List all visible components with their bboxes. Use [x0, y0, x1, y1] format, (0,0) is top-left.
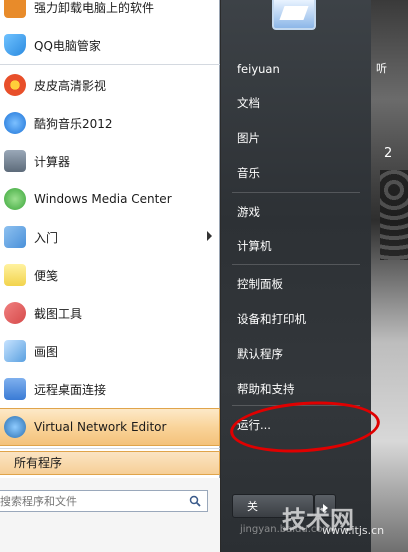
program-label: 计算器 — [34, 154, 71, 169]
program-item-pipi-video[interactable]: 皮皮高清影视 — [0, 66, 220, 104]
network-icon — [4, 416, 26, 438]
program-item-uninstaller[interactable]: 强力卸载电脑上的软件 — [0, 0, 220, 26]
search-box[interactable] — [0, 490, 208, 512]
divider — [0, 64, 220, 65]
program-item-sticky-notes[interactable]: 便笺 — [0, 256, 220, 294]
places-item-default-programs[interactable]: 默认程序 — [221, 339, 371, 369]
all-programs-button[interactable]: 所有程序 — [0, 451, 220, 475]
places-item-games[interactable]: 游戏 — [221, 197, 371, 227]
program-item-remote-desktop[interactable]: 远程桌面连接 — [0, 370, 220, 408]
places-item-documents[interactable]: 文档 — [221, 88, 371, 118]
program-label: 画图 — [34, 344, 59, 359]
getting-started-icon — [4, 226, 26, 248]
places-item-computer[interactable]: 计算机 — [221, 231, 371, 261]
program-label: Windows Media Center — [34, 192, 172, 206]
music-icon — [4, 112, 26, 134]
submenu-arrow-icon — [207, 231, 212, 241]
divider — [232, 264, 360, 265]
uninstall-icon — [4, 0, 26, 18]
program-label: 截图工具 — [34, 306, 83, 321]
program-label: Virtual Network Editor — [34, 420, 167, 434]
search-icon[interactable] — [189, 495, 201, 507]
desktop-text: 听 — [376, 62, 387, 75]
program-item-virtual-network-editor[interactable]: Virtual Network Editor — [0, 408, 220, 446]
program-label: 便笺 — [34, 268, 59, 283]
places-item-username[interactable]: feiyuan — [221, 54, 371, 84]
places-item-pictures[interactable]: 图片 — [221, 123, 371, 153]
program-item-snipping-tool[interactable]: 截图工具 — [0, 294, 220, 332]
program-label: 远程桌面连接 — [34, 382, 107, 397]
shield-icon — [4, 34, 26, 56]
program-label: 强力卸载电脑上的软件 — [34, 0, 155, 15]
program-item-kugou-music[interactable]: 酷狗音乐2012 — [0, 104, 220, 142]
places-item-help-support[interactable]: 帮助和支持 — [221, 374, 371, 404]
divider — [0, 448, 220, 449]
media-center-icon — [4, 188, 26, 210]
program-item-paint[interactable]: 画图 — [0, 332, 220, 370]
remote-desktop-icon — [4, 378, 26, 400]
program-item-qq-manager[interactable]: QQ电脑管家 — [0, 26, 220, 64]
places-item-music[interactable]: 音乐 — [221, 158, 371, 188]
user-avatar[interactable] — [272, 0, 316, 30]
program-item-getting-started[interactable]: 入门 — [0, 218, 220, 256]
desktop-number: 2 — [384, 146, 393, 161]
video-icon — [4, 74, 26, 96]
program-item-calculator[interactable]: 计算器 — [0, 142, 220, 180]
calculator-icon — [4, 150, 26, 172]
sticky-note-icon — [4, 264, 26, 286]
program-label: QQ电脑管家 — [34, 38, 101, 53]
places-item-devices-printers[interactable]: 设备和打印机 — [221, 304, 371, 334]
divider — [232, 192, 360, 193]
program-label: 皮皮高清影视 — [34, 78, 107, 93]
program-label: 入门 — [34, 230, 59, 245]
program-item-media-center[interactable]: Windows Media Center — [0, 180, 220, 218]
desktop-background — [370, 0, 408, 552]
watermark-baidu: jingyan.baidu.com — [240, 524, 333, 535]
search-input[interactable] — [0, 491, 180, 511]
places-item-control-panel[interactable]: 控制面板 — [221, 269, 371, 299]
paint-icon — [4, 340, 26, 362]
desktop-pattern — [380, 170, 408, 260]
program-label: 酷狗音乐2012 — [34, 116, 113, 131]
scissors-icon — [4, 302, 26, 324]
watermark-url: www.itjs.cn — [322, 524, 385, 537]
